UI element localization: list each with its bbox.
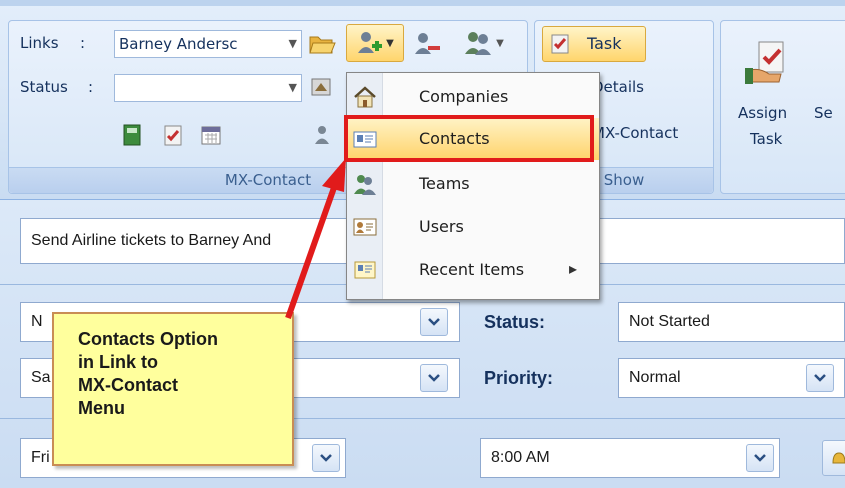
annotation-arrow: [285, 158, 346, 319]
